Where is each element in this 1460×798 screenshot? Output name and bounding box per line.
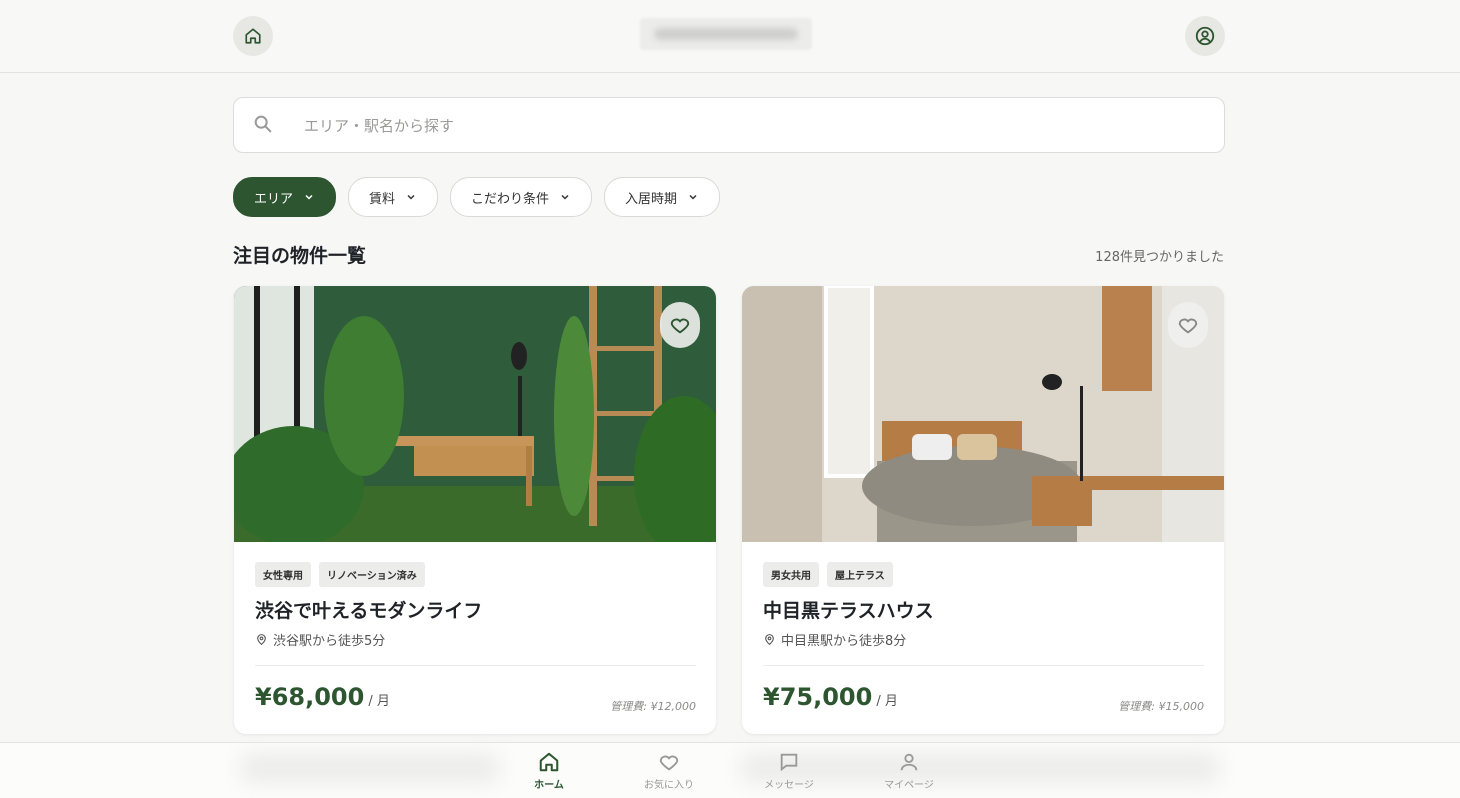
- bottom-nav: ホーム お気に入り メッセージ マイページ: [0, 742, 1460, 798]
- search-input[interactable]: [302, 112, 1186, 140]
- map-pin-icon: [765, 634, 774, 646]
- tag: 男女共用: [763, 562, 819, 587]
- management-fee: 管理費: ¥15,000: [1118, 700, 1204, 713]
- listing-title[interactable]: 渋谷で叶えるモダンライフ: [255, 596, 482, 623]
- price-value: ¥68,000: [255, 683, 365, 711]
- listing-price: ¥75,000/ 月: [763, 683, 898, 711]
- section-title: 注目の物件一覧: [233, 245, 367, 267]
- management-fee: 管理費: ¥12,000: [610, 700, 696, 713]
- tag-list: 女性専用 リノベーション済み: [255, 562, 425, 587]
- map-pin-icon: [257, 634, 266, 646]
- message-icon: [780, 753, 798, 772]
- logo[interactable]: [640, 18, 812, 50]
- listing-card[interactable]: 男女共用 屋上テラス 中目黒テラスハウス 中目黒駅から徒歩8分 ¥75,000/…: [742, 286, 1224, 734]
- heart-icon: [670, 318, 690, 334]
- home-button[interactable]: [233, 16, 273, 56]
- listing-location: 中目黒駅から徒歩8分: [763, 630, 906, 649]
- favorite-button[interactable]: [1168, 302, 1208, 348]
- filter-conditions[interactable]: こだわり条件: [450, 177, 593, 217]
- location-text: 渋谷駅から徒歩5分: [273, 634, 386, 649]
- heart-icon: [1178, 318, 1198, 334]
- nav-messages[interactable]: メッセージ: [729, 751, 849, 791]
- chevron-down-icon: [689, 194, 697, 200]
- profile-button[interactable]: [1185, 16, 1225, 56]
- nav-label: マイページ: [884, 780, 934, 791]
- heart-icon: [659, 755, 679, 771]
- listing-card[interactable]: 女性専用 リノベーション済み 渋谷で叶えるモダンライフ 渋谷駅から徒歩5分 ¥6…: [234, 286, 716, 734]
- tag: 屋上テラス: [827, 562, 893, 587]
- favorite-button[interactable]: [660, 302, 700, 348]
- price-unit: / 月: [876, 694, 898, 709]
- home-icon: [539, 752, 559, 772]
- tag: リノベーション済み: [319, 562, 425, 587]
- divider: [763, 665, 1204, 666]
- price-unit: / 月: [368, 694, 390, 709]
- filter-label: 賃料: [369, 191, 396, 207]
- filter-rent[interactable]: 賃料: [348, 177, 439, 217]
- chevron-down-icon: [305, 194, 313, 200]
- tag: 女性専用: [255, 562, 311, 587]
- chevron-down-icon: [561, 194, 569, 200]
- nav-label: ホーム: [534, 780, 564, 791]
- top-bar: [0, 0, 1460, 73]
- search-bar: [233, 97, 1225, 153]
- filter-label: 入居時期: [625, 191, 678, 207]
- listing-price: ¥68,000/ 月: [255, 683, 390, 711]
- chevron-down-icon: [407, 194, 415, 200]
- tag-list: 男女共用 屋上テラス: [763, 562, 893, 587]
- nav-home[interactable]: ホーム: [489, 751, 609, 791]
- filter-label: エリア: [254, 191, 294, 207]
- location-text: 中目黒駅から徒歩8分: [781, 634, 907, 649]
- nav-label: メッセージ: [764, 780, 814, 791]
- user-icon: [900, 753, 918, 771]
- search-icon: [254, 115, 272, 133]
- listing-title[interactable]: 中目黒テラスハウス: [763, 596, 934, 623]
- listing-image[interactable]: [234, 286, 716, 542]
- nav-mypage[interactable]: マイページ: [849, 751, 969, 791]
- filter-label: こだわり条件: [471, 191, 550, 207]
- price-value: ¥75,000: [763, 683, 873, 711]
- divider: [255, 665, 696, 666]
- user-circle-icon: [1195, 26, 1215, 46]
- nav-label: お気に入り: [644, 780, 694, 791]
- home-icon: [245, 28, 261, 44]
- result-count: 128件見つかりました: [1095, 250, 1224, 265]
- listing-image[interactable]: [742, 286, 1224, 542]
- filter-area[interactable]: エリア: [233, 177, 337, 217]
- filter-move-in[interactable]: 入居時期: [604, 177, 721, 217]
- filter-chips: エリア 賃料 こだわり条件 入居時期: [233, 177, 721, 217]
- listing-location: 渋谷駅から徒歩5分: [255, 630, 385, 649]
- nav-favorites[interactable]: お気に入り: [609, 751, 729, 791]
